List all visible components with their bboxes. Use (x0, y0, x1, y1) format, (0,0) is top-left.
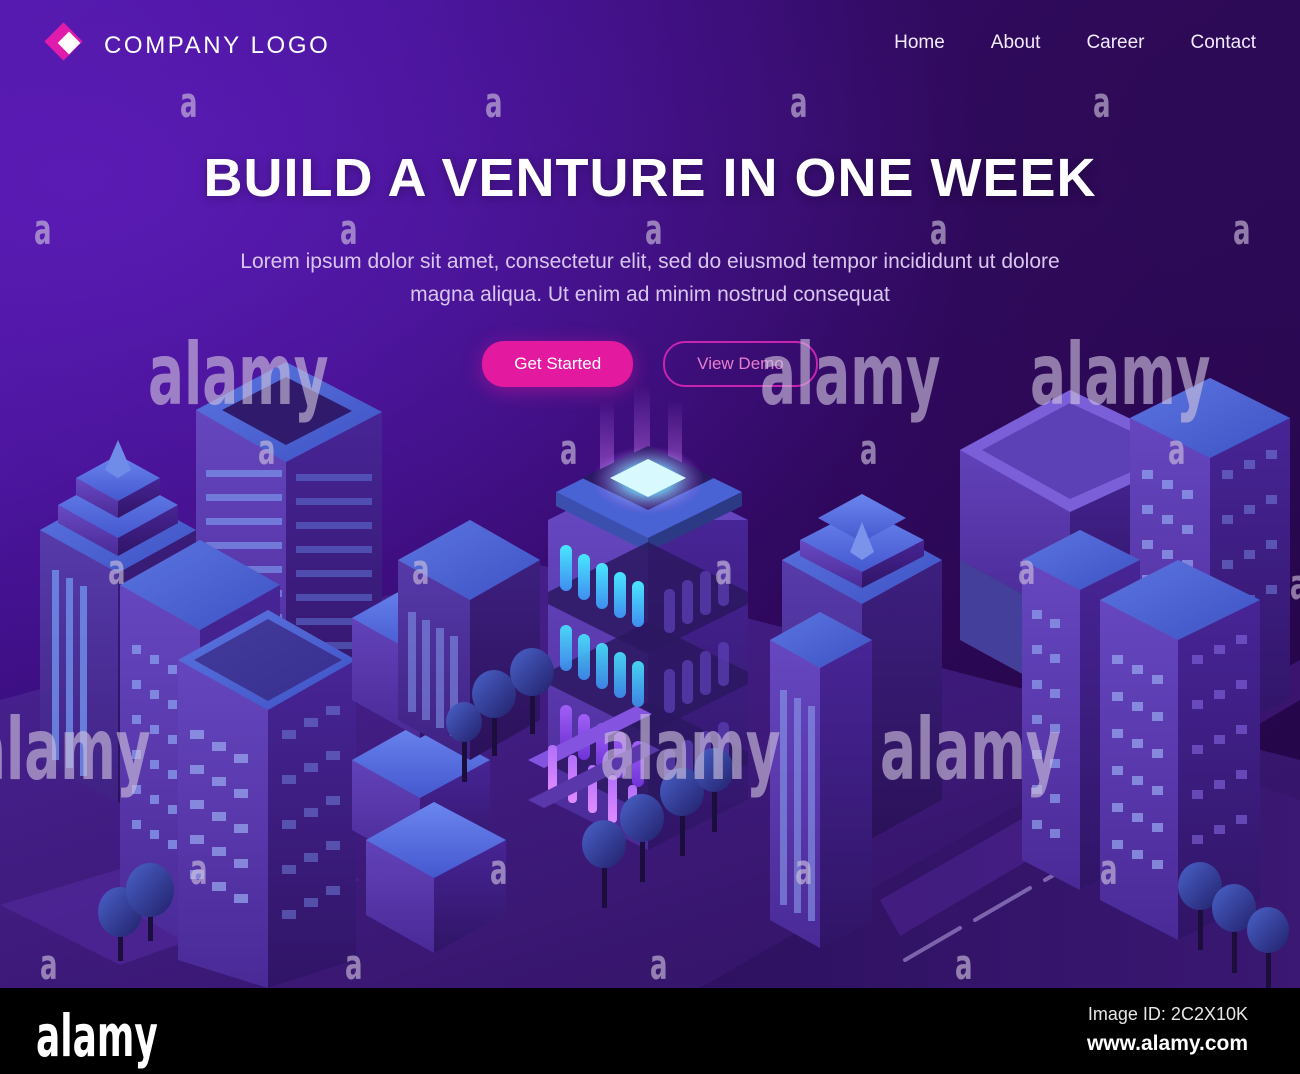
get-started-button[interactable]: Get Started (482, 341, 634, 388)
hero-title: BUILD A VENTURE IN ONE WEEK (203, 148, 1097, 208)
hero-subtitle: Lorem ipsum dolor sit amet, consectetur … (240, 249, 1060, 306)
landing-page-artboard: COMPANY LOGO Home About Career Contact B… (0, 0, 1300, 988)
page-header: COMPANY LOGO Home About Career Contact (0, 0, 1300, 92)
hero-button-group: Get Started View Demo (0, 341, 1300, 388)
image-id-label: Image ID: 2C2X10K (1087, 1004, 1248, 1024)
alamy-brand-text: alamy (36, 1002, 158, 1070)
nav-item-contact[interactable]: Contact (1191, 32, 1256, 54)
logo-text: COMPANY LOGO (104, 32, 331, 59)
hero-section: BUILD A VENTURE IN ONE WEEK Lorem ipsum … (0, 148, 1300, 388)
nav-item-home[interactable]: Home (894, 32, 945, 54)
alamy-url: www.alamy.com (1086, 1032, 1248, 1055)
logo[interactable]: COMPANY LOGO (44, 22, 331, 66)
nav-item-about[interactable]: About (991, 32, 1041, 54)
nav-item-career[interactable]: Career (1086, 32, 1144, 54)
diamond-logo-icon (44, 22, 88, 66)
main-navigation: Home About Career Contact (894, 32, 1256, 54)
view-demo-button[interactable]: View Demo (663, 341, 818, 388)
screenshot-root: COMPANY LOGO Home About Career Contact B… (0, 0, 1300, 1074)
alamy-footer-bar: alamy Image ID: 2C2X10K www.alamy.com (0, 988, 1300, 1074)
